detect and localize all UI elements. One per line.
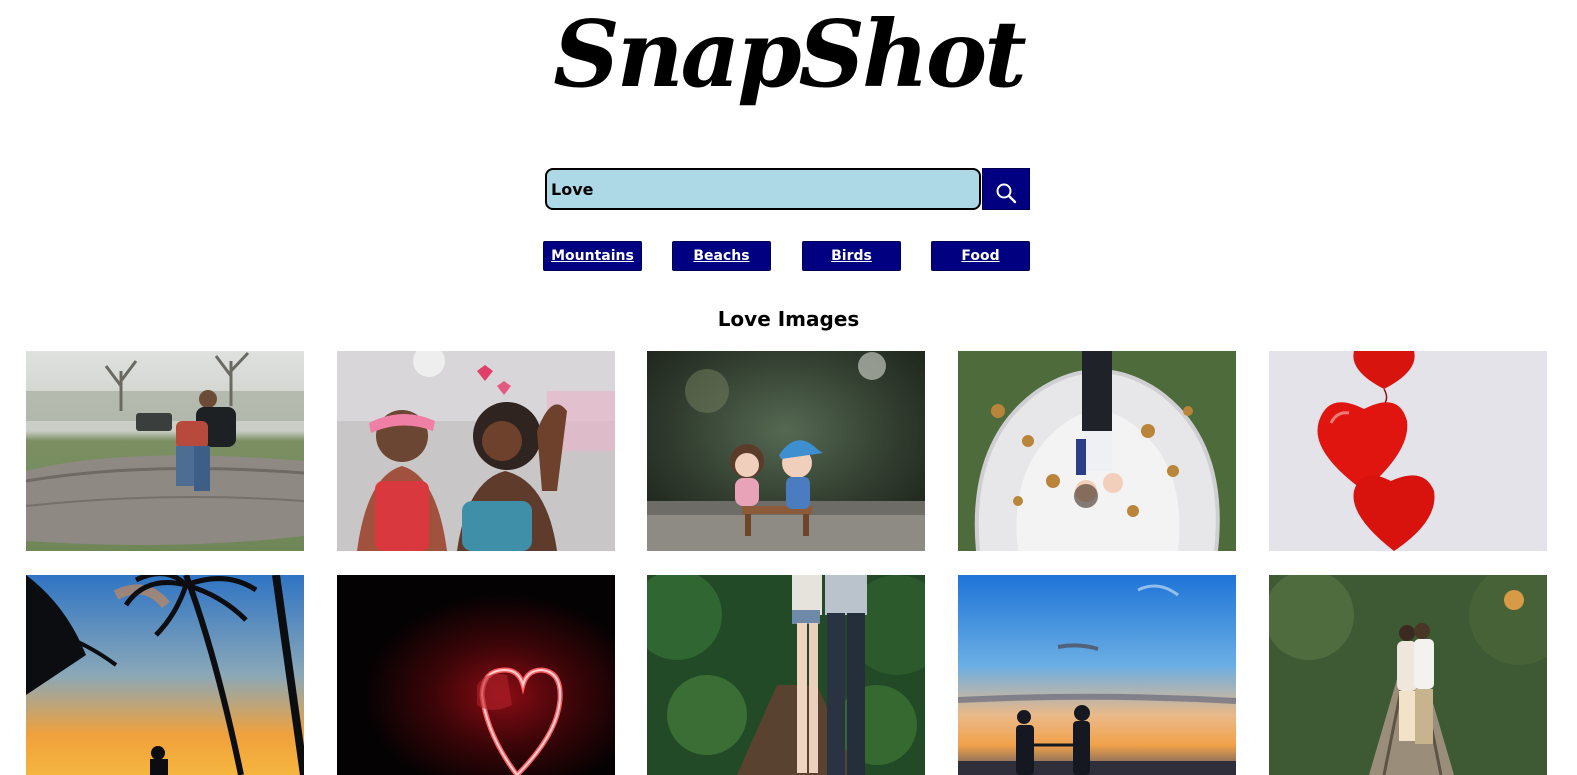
- magnifier-icon: [996, 183, 1017, 204]
- gallery-image[interactable]: [1269, 575, 1547, 775]
- gallery-image[interactable]: [26, 575, 304, 775]
- gallery-heading: Love Images: [717, 307, 860, 331]
- gallery-image[interactable]: [337, 575, 615, 775]
- gallery-image[interactable]: [337, 351, 615, 551]
- gallery-image[interactable]: [958, 351, 1236, 551]
- category-mountains-button[interactable]: Mountains: [543, 241, 642, 271]
- gallery-image[interactable]: [958, 575, 1236, 775]
- search-form: [545, 168, 1030, 210]
- category-nav: Mountains Beachs Birds Food: [543, 241, 1033, 272]
- category-birds-button[interactable]: Birds: [802, 241, 901, 271]
- gallery-image[interactable]: [26, 351, 304, 551]
- search-input[interactable]: [545, 168, 981, 210]
- app-logo: SnapShot: [553, 0, 1026, 108]
- gallery-image[interactable]: [647, 575, 925, 775]
- category-beachs-button[interactable]: Beachs: [672, 241, 771, 271]
- category-food-button[interactable]: Food: [931, 241, 1030, 271]
- gallery-image[interactable]: [1269, 351, 1547, 551]
- search-button[interactable]: [982, 168, 1030, 210]
- gallery-image[interactable]: [647, 351, 925, 551]
